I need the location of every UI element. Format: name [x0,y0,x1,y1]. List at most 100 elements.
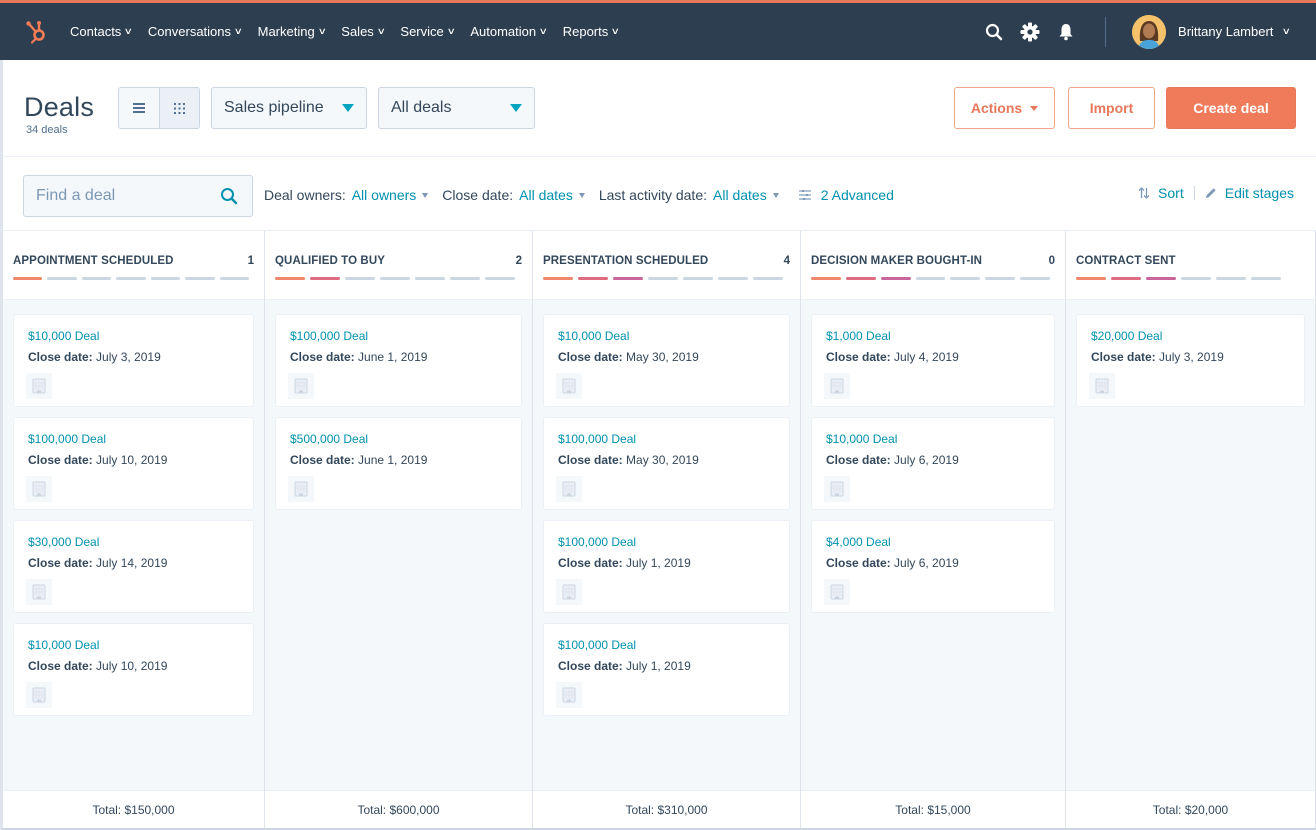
deal-card[interactable]: $1,000 Deal Close date: July 4, 2019 [811,314,1055,407]
deal-name-link[interactable]: $100,000 Deal [290,329,507,343]
deal-name-link[interactable]: $10,000 Deal [558,329,775,343]
deal-name-link[interactable]: $4,000 Deal [826,535,1040,549]
list-view-button[interactable] [119,88,159,128]
company-building-icon[interactable] [288,476,314,502]
stage-progress-segment [543,277,573,280]
caret-down-icon [342,104,354,112]
nav-item-automation[interactable]: Automation ∨ [470,24,548,39]
deal-card[interactable]: $10,000 Deal Close date: July 6, 2019 [811,417,1055,510]
company-building-icon[interactable] [288,373,314,399]
pipeline-select[interactable]: Sales pipeline [211,87,367,129]
deal-card[interactable]: $10,000 Deal Close date: July 3, 2019 [13,314,254,407]
user-avatar[interactable] [1132,14,1167,49]
edit-stages-button[interactable]: Edit stages [1205,185,1294,201]
deal-card[interactable]: $20,000 Deal Close date: July 3, 2019 [1076,314,1305,407]
company-building-icon[interactable] [26,579,52,605]
deal-name-link[interactable]: $100,000 Deal [28,432,239,446]
filter-value-dropdown[interactable]: All dates [713,187,767,203]
gear-icon[interactable] [1019,21,1041,43]
company-building-icon[interactable] [26,373,52,399]
close-date-label: Close date: [28,659,93,673]
stage-progress-segment [116,277,146,280]
user-name[interactable]: Brittany Lambert [1178,24,1273,39]
stage-progress-segment [185,277,215,280]
nav-item-conversations[interactable]: Conversations ∨ [148,24,243,39]
deal-name-link[interactable]: $1,000 Deal [826,329,1040,343]
search-icon[interactable] [983,21,1005,43]
filter-label: Deal owners: [264,187,346,203]
close-date-value: July 10, 2019 [96,453,168,467]
deal-card[interactable]: $100,000 Deal Close date: May 30, 2019 [543,417,790,510]
stage-progress-segment [1076,277,1106,280]
caret-down-icon[interactable] [422,192,429,198]
deal-name-link[interactable]: $100,000 Deal [558,638,775,652]
company-building-icon[interactable] [824,579,850,605]
deal-card[interactable]: $100,000 Deal Close date: July 10, 2019 [13,417,254,510]
deal-name-link[interactable]: $20,000 Deal [1091,329,1290,343]
nav-item-service[interactable]: Service ∨ [400,24,455,39]
stage-header: DECISION MAKER BOUGHT-IN 0 [801,231,1065,300]
chevron-down-icon[interactable]: ∨ [1282,26,1291,37]
caret-down-icon[interactable] [772,192,779,198]
company-building-icon[interactable] [556,373,582,399]
hubspot-logo-icon[interactable] [24,19,50,45]
deal-name-link[interactable]: $30,000 Deal [28,535,239,549]
close-date-value: July 6, 2019 [894,453,959,467]
deal-name-link[interactable]: $500,000 Deal [290,432,507,446]
create-deal-button[interactable]: Create deal [1166,87,1296,129]
stage-title: PRESENTATION SCHEDULED [543,255,709,267]
deal-close-date: Close date: July 1, 2019 [558,659,775,673]
board-view-button[interactable] [158,88,199,128]
deal-card[interactable]: $500,000 Deal Close date: June 1, 2019 [275,417,522,510]
grid-icon [173,102,185,114]
sort-button[interactable]: Sort [1138,185,1184,201]
deal-name-link[interactable]: $10,000 Deal [28,329,239,343]
stage-header: QUALIFIED TO BUY 2 [265,231,532,300]
nav-item-sales[interactable]: Sales ∨ [341,24,385,39]
company-building-icon[interactable] [556,476,582,502]
close-date-value: May 30, 2019 [626,453,699,467]
deal-name-link[interactable]: $10,000 Deal [28,638,239,652]
import-button[interactable]: Import [1068,87,1155,129]
close-date-value: May 30, 2019 [626,350,699,364]
nav-item-contacts[interactable]: Contacts ∨ [70,24,133,39]
bell-icon[interactable] [1055,21,1077,43]
company-building-icon[interactable] [26,476,52,502]
deal-card[interactable]: $10,000 Deal Close date: May 30, 2019 [543,314,790,407]
filter-value-dropdown[interactable]: All owners [352,187,417,203]
company-building-icon[interactable] [556,579,582,605]
deal-card[interactable]: $100,000 Deal Close date: July 1, 2019 [543,623,790,716]
search-icon[interactable] [220,187,238,210]
close-date-value: July 14, 2019 [96,556,168,570]
company-building-icon[interactable] [824,476,850,502]
deal-card[interactable]: $4,000 Deal Close date: July 6, 2019 [811,520,1055,613]
stage-header: CONTRACT SENT [1066,231,1315,300]
company-building-icon[interactable] [556,682,582,708]
stage-progress [811,277,1055,280]
company-building-icon[interactable] [1089,373,1115,399]
nav-item-marketing[interactable]: Marketing ∨ [258,24,327,39]
caret-down-icon[interactable] [578,192,585,198]
caret-down-icon [1030,105,1039,111]
stage-title: QUALIFIED TO BUY [275,255,386,267]
filter-value-dropdown[interactable]: All dates [519,187,573,203]
deal-card[interactable]: $100,000 Deal Close date: July 1, 2019 [543,520,790,613]
search-input[interactable] [24,187,204,205]
company-building-icon[interactable] [824,373,850,399]
actions-button[interactable]: Actions [954,87,1055,129]
stage-total: Total: $20,000 [1066,790,1315,828]
advanced-filters-button[interactable]: 2 Advanced [798,187,894,203]
stage-progress-segment [1020,277,1051,280]
view-select[interactable]: All deals [378,87,535,129]
deal-card[interactable]: $30,000 Deal Close date: July 14, 2019 [13,520,254,613]
deal-name-link[interactable]: $100,000 Deal [558,432,775,446]
deal-name-link[interactable]: $100,000 Deal [558,535,775,549]
deal-card[interactable]: $10,000 Deal Close date: July 10, 2019 [13,623,254,716]
nav-item-reports[interactable]: Reports ∨ [563,24,620,39]
deal-card[interactable]: $100,000 Deal Close date: June 1, 2019 [275,314,522,407]
deal-close-date: Close date: July 10, 2019 [28,453,239,467]
deals-board: APPOINTMENT SCHEDULED 1 $10,000 Deal Close … [3,231,1316,828]
company-building-icon[interactable] [26,682,52,708]
stage-column: APPOINTMENT SCHEDULED 1 $10,000 Deal Close … [3,231,265,828]
deal-name-link[interactable]: $10,000 Deal [826,432,1040,446]
